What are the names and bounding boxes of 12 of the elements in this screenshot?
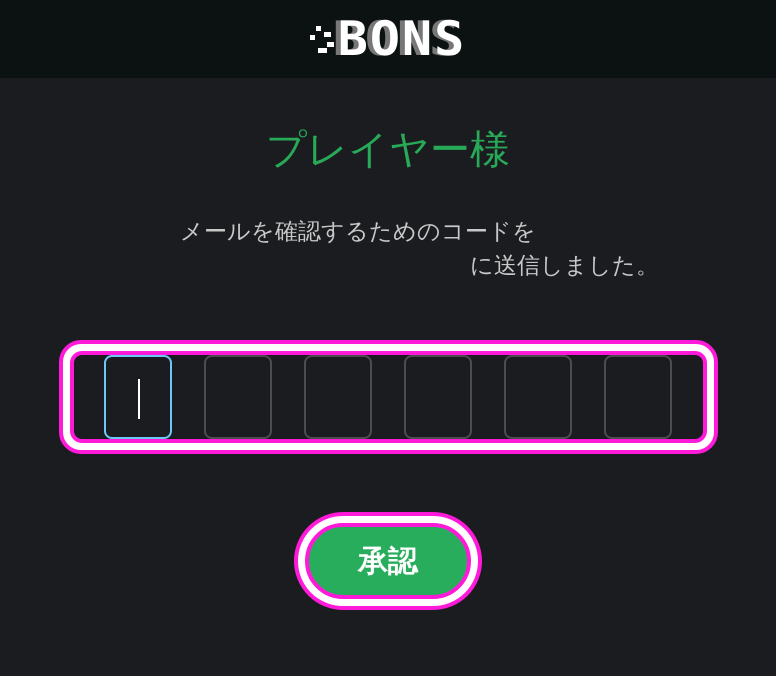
logo: BONS — [338, 15, 466, 63]
code-digit-field[interactable] — [104, 355, 172, 439]
code-digit-field[interactable] — [504, 355, 572, 439]
code-digit-field[interactable] — [304, 355, 372, 439]
code-digit-field[interactable] — [404, 355, 472, 439]
message-text: メールを確認するためのコードを — [179, 218, 537, 246]
confirm-button[interactable]: 承認 — [305, 523, 471, 599]
code-digit-field[interactable] — [604, 355, 672, 439]
message-text: に送信しました。 — [469, 252, 660, 280]
code-digit-field[interactable] — [204, 355, 272, 439]
greeting-title: プレイヤー様 — [266, 126, 510, 175]
text-cursor — [138, 379, 140, 419]
